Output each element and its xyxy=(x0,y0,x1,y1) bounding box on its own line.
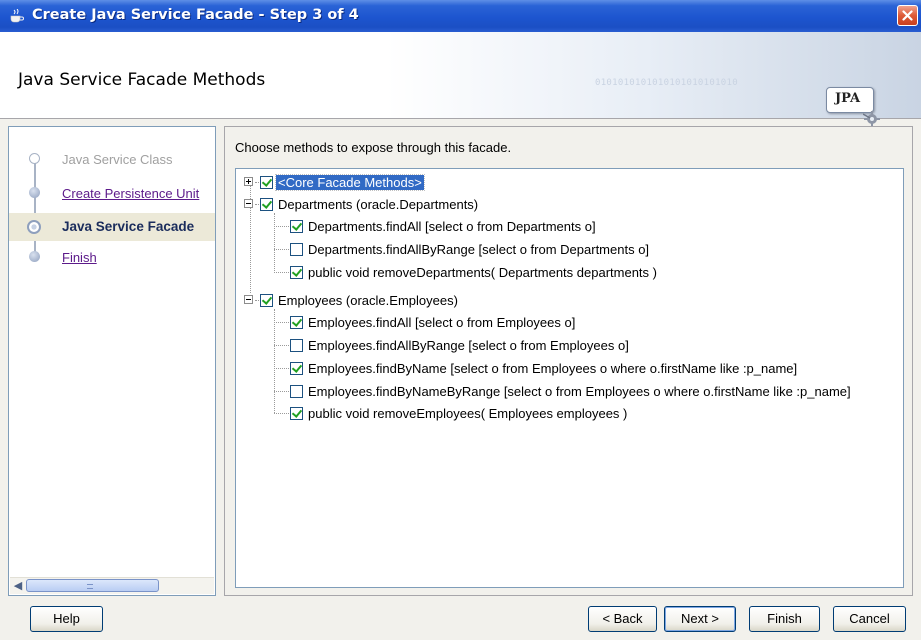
step-label: Java Service Class xyxy=(62,152,173,167)
dialog-window: Create Java Service Facade - Step 3 of 4… xyxy=(0,0,921,640)
tree-connector xyxy=(274,213,275,273)
tree-node-departments[interactable]: Departments (oracle.Departments) xyxy=(244,195,544,215)
step-label-current: Java Service Facade xyxy=(62,219,195,234)
tree-node-method[interactable]: Employees.findAll [select o from Employe… xyxy=(276,313,896,333)
tree-node-label[interactable]: public void removeDepartments( Departmen… xyxy=(308,265,657,280)
tree-connector xyxy=(274,309,275,413)
step-dot-icon xyxy=(29,153,40,164)
tree-node-employees[interactable]: Employees (oracle.Employees) xyxy=(244,291,544,311)
step-dot-icon xyxy=(29,187,40,198)
step-java-service-class: Java Service Class xyxy=(9,147,215,173)
expand-icon[interactable] xyxy=(244,177,253,186)
tree-node-label[interactable]: public void removeEmployees( Employees e… xyxy=(308,406,627,421)
tree-checkbox[interactable] xyxy=(290,316,303,329)
tree-node-label[interactable]: <Core Facade Methods> xyxy=(275,174,425,191)
wizard-header: Java Service Facade Methods 010101010101… xyxy=(0,32,921,127)
tree-node-method[interactable]: Departments.findAllByRange [select o fro… xyxy=(276,240,876,260)
steps-horizontal-scrollbar[interactable]: ◀ ▶ xyxy=(10,577,250,594)
next-button[interactable]: Next > xyxy=(664,606,736,632)
instruction-text: Choose methods to expose through this fa… xyxy=(235,140,512,155)
tree-node-label[interactable]: Departments (oracle.Departments) xyxy=(278,197,478,212)
tree-checkbox[interactable] xyxy=(290,220,303,233)
tree-checkbox[interactable] xyxy=(290,362,303,375)
tree-node-method[interactable]: public void removeEmployees( Employees e… xyxy=(276,404,896,424)
tree-node-method[interactable]: Employees.findByNameByRange [select o fr… xyxy=(276,382,901,402)
step-create-persistence-unit[interactable]: Create Persistence Unit xyxy=(9,181,215,207)
java-cup-icon xyxy=(9,8,25,23)
tree-node-method[interactable]: Employees.findByName [select o from Empl… xyxy=(276,359,896,379)
help-button[interactable]: Help xyxy=(30,606,103,632)
close-icon xyxy=(902,10,913,21)
tree-node-core-facade-methods[interactable]: <Core Facade Methods> xyxy=(244,173,494,193)
collapse-icon[interactable] xyxy=(244,295,253,304)
wizard-steps-panel: Java Service Class Create Persistence Un… xyxy=(8,126,250,596)
jpa-badge-label: JPA xyxy=(835,91,861,106)
tree-node-label[interactable]: Employees.findByName [select o from Empl… xyxy=(308,361,797,376)
tree-checkbox[interactable] xyxy=(260,198,273,211)
window-title: Create Java Service Facade - Step 3 of 4 xyxy=(32,7,359,23)
tree-checkbox[interactable] xyxy=(290,385,303,398)
tree-node-method[interactable]: public void removeDepartments( Departmen… xyxy=(276,263,876,283)
step-dot-icon xyxy=(29,251,40,262)
tree-node-method[interactable]: Departments.findAll [select o from Depar… xyxy=(276,217,876,237)
methods-panel: Choose methods to expose through this fa… xyxy=(224,126,913,596)
scroll-left-arrow-icon[interactable]: ◀ xyxy=(10,578,26,594)
step-java-service-facade: Java Service Facade xyxy=(9,213,215,241)
binary-decoration: 0101010101010101010101010 xyxy=(595,78,738,88)
step-link[interactable]: Create Persistence Unit xyxy=(62,186,199,201)
scroll-thumb[interactable] xyxy=(26,579,159,592)
step-current-dot-icon xyxy=(27,220,41,234)
back-button[interactable]: < Back xyxy=(588,606,657,632)
tree-checkbox[interactable] xyxy=(290,243,303,256)
tree-node-label[interactable]: Departments.findAll [select o from Depar… xyxy=(308,219,596,234)
step-finish[interactable]: Finish xyxy=(9,245,215,271)
close-button[interactable] xyxy=(897,5,918,26)
tree-node-label[interactable]: Employees (oracle.Employees) xyxy=(278,293,458,308)
tree-checkbox[interactable] xyxy=(260,294,273,307)
tree-node-label[interactable]: Employees.findByNameByRange [select o fr… xyxy=(308,384,851,399)
tree-node-label[interactable]: Employees.findAllByRange [select o from … xyxy=(308,338,629,353)
tree-node-method[interactable]: Employees.findAllByRange [select o from … xyxy=(276,336,896,356)
tree-node-label[interactable]: Departments.findAllByRange [select o fro… xyxy=(308,242,649,257)
step-link[interactable]: Finish xyxy=(62,250,97,265)
tree-checkbox[interactable] xyxy=(290,266,303,279)
page-title: Java Service Facade Methods xyxy=(18,70,266,90)
collapse-icon[interactable] xyxy=(244,199,253,208)
finish-button[interactable]: Finish xyxy=(749,606,820,632)
tree-node-label[interactable]: Employees.findAll [select o from Employe… xyxy=(308,315,575,330)
title-bar[interactable]: Create Java Service Facade - Step 3 of 4 xyxy=(0,0,921,33)
tree-checkbox[interactable] xyxy=(260,176,273,189)
tree-checkbox[interactable] xyxy=(290,407,303,420)
cancel-button[interactable]: Cancel xyxy=(833,606,906,632)
tree-checkbox[interactable] xyxy=(290,339,303,352)
methods-tree[interactable]: <Core Facade Methods> Departments (oracl… xyxy=(235,168,904,588)
